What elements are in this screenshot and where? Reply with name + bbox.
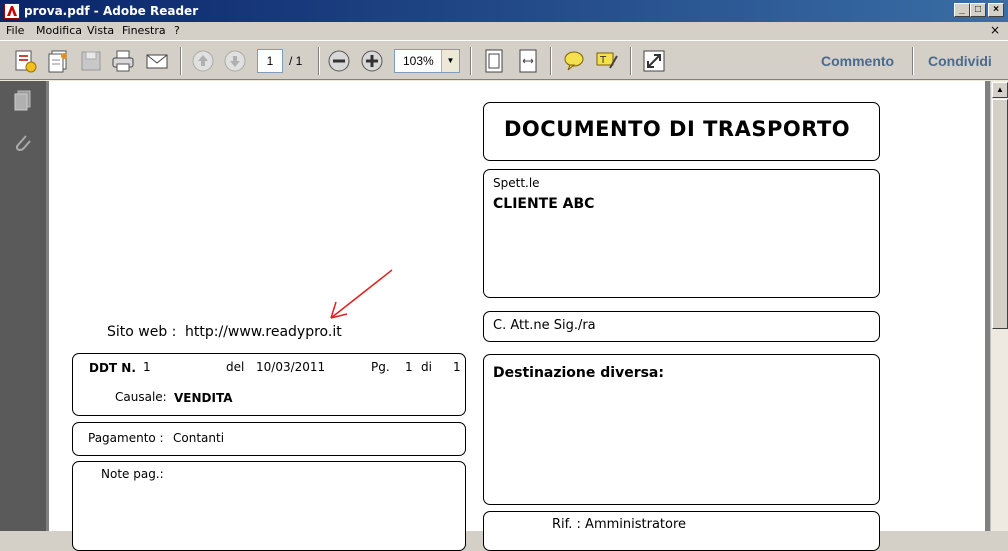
toolbar-separator — [630, 47, 632, 75]
attention-box: C. Att.ne Sig./ra — [483, 311, 880, 342]
full-screen-icon[interactable] — [641, 48, 667, 74]
website-label: Sito web : — [107, 324, 177, 340]
close-button[interactable]: × — [988, 3, 1004, 17]
scroll-up-icon[interactable]: ▲ — [992, 82, 1008, 98]
menu-file[interactable]: File — [6, 24, 24, 37]
svg-text:T: T — [599, 55, 607, 66]
attention-label: C. Att.ne Sig./ra — [493, 318, 596, 333]
date-label: del — [226, 360, 245, 374]
highlight-text-icon[interactable]: T — [594, 48, 620, 74]
next-page-icon[interactable] — [222, 48, 248, 74]
page-label: Pg. — [371, 360, 390, 374]
vertical-scrollbar[interactable]: ▲ — [990, 81, 1008, 531]
zoom-level-select[interactable]: 103% ▼ — [394, 49, 460, 73]
page-number: 1 — [405, 360, 413, 374]
chevron-down-icon[interactable]: ▼ — [441, 50, 459, 72]
menu-finestra[interactable]: Finestra — [122, 24, 166, 37]
previous-page-icon[interactable] — [190, 48, 216, 74]
notes-box: Note pag.: — [72, 461, 466, 551]
page-total-value: 1 — [453, 360, 461, 374]
toolbar-separator — [318, 47, 320, 75]
adobe-reader-window: prova.pdf - Adobe Reader _ □ × File Modi… — [0, 0, 1008, 551]
toolbar-separator — [912, 47, 914, 75]
notes-label: Note pag.: — [101, 467, 164, 481]
red-arrow-annotation — [330, 269, 393, 319]
menu-help[interactable]: ? — [174, 24, 180, 37]
ddt-number: 1 — [143, 360, 151, 374]
payment-value: Contanti — [173, 431, 225, 445]
comment-button[interactable]: Commento — [821, 53, 894, 69]
document-viewport: DOCUMENTO DI TRASPORTO Spett.le CLIENTE … — [46, 81, 990, 551]
payment-label: Pagamento : — [88, 431, 164, 445]
scroll-thumb[interactable] — [992, 99, 1008, 329]
destination-box: Destinazione diversa: — [483, 354, 880, 505]
title-box: DOCUMENTO DI TRASPORTO — [483, 102, 880, 161]
destination-label: Destinazione diversa: — [493, 365, 664, 381]
menu-vista[interactable]: Vista — [87, 24, 114, 37]
reference-box: Rif. : Amministratore — [483, 511, 880, 551]
create-pdf-icon[interactable] — [12, 48, 38, 74]
window-title: prova.pdf - Adobe Reader — [24, 4, 199, 18]
sticky-note-icon[interactable] — [561, 48, 587, 74]
close-document-button[interactable]: × — [990, 23, 1000, 37]
edit-pdf-icon[interactable] — [46, 48, 72, 74]
document-title: DOCUMENTO DI TRASPORTO — [504, 117, 851, 141]
page-number-input[interactable]: 1 — [257, 49, 283, 73]
minimize-button[interactable]: _ — [954, 3, 970, 17]
page-of-label: di — [421, 360, 432, 374]
payment-box: Pagamento : Contanti — [72, 422, 466, 456]
zoom-in-icon[interactable] — [359, 48, 385, 74]
pdf-app-icon — [4, 3, 20, 19]
ddt-label: DDT N. — [89, 361, 136, 375]
menu-bar: File Modifica Vista Finestra ? × — [0, 22, 1008, 40]
reference-label: Rif. : Amministratore — [552, 517, 687, 532]
toolbar-separator — [550, 47, 552, 75]
fit-width-icon[interactable] — [515, 48, 541, 74]
page-total: / 1 — [289, 54, 303, 68]
client-label: Spett.le — [493, 176, 540, 190]
print-icon[interactable] — [110, 48, 136, 74]
zoom-out-icon[interactable] — [326, 48, 352, 74]
ddt-box: DDT N. 1 del 10/03/2011 Pg. 1 di 1 Causa… — [72, 353, 466, 416]
toolbar: 1 / 1 103% ▼ T Commento Condividi — [0, 40, 1008, 80]
zoom-value: 103% — [403, 54, 434, 68]
causale-label: Causale: — [115, 390, 167, 404]
email-icon[interactable] — [144, 48, 170, 74]
causale-value: VENDITA — [174, 391, 233, 405]
navigation-panel — [0, 81, 46, 531]
save-icon[interactable] — [78, 48, 104, 74]
client-name: CLIENTE ABC — [493, 196, 595, 212]
menu-modifica[interactable]: Modifica — [36, 24, 82, 37]
website-url[interactable]: http://www.readypro.it — [185, 324, 342, 340]
fit-page-icon[interactable] — [481, 48, 507, 74]
date-value: 10/03/2011 — [256, 360, 326, 374]
share-button[interactable]: Condividi — [928, 53, 992, 69]
toolbar-separator — [180, 47, 182, 75]
title-bar: prova.pdf - Adobe Reader _ □ × — [0, 0, 1008, 22]
maximize-button[interactable]: □ — [970, 3, 986, 17]
attachment-icon[interactable] — [12, 131, 34, 155]
client-box: Spett.le CLIENTE ABC — [483, 169, 880, 298]
toolbar-separator — [470, 47, 472, 75]
pdf-page: DOCUMENTO DI TRASPORTO Spett.le CLIENTE … — [49, 81, 985, 551]
pages-thumbnail-icon[interactable] — [12, 89, 34, 113]
